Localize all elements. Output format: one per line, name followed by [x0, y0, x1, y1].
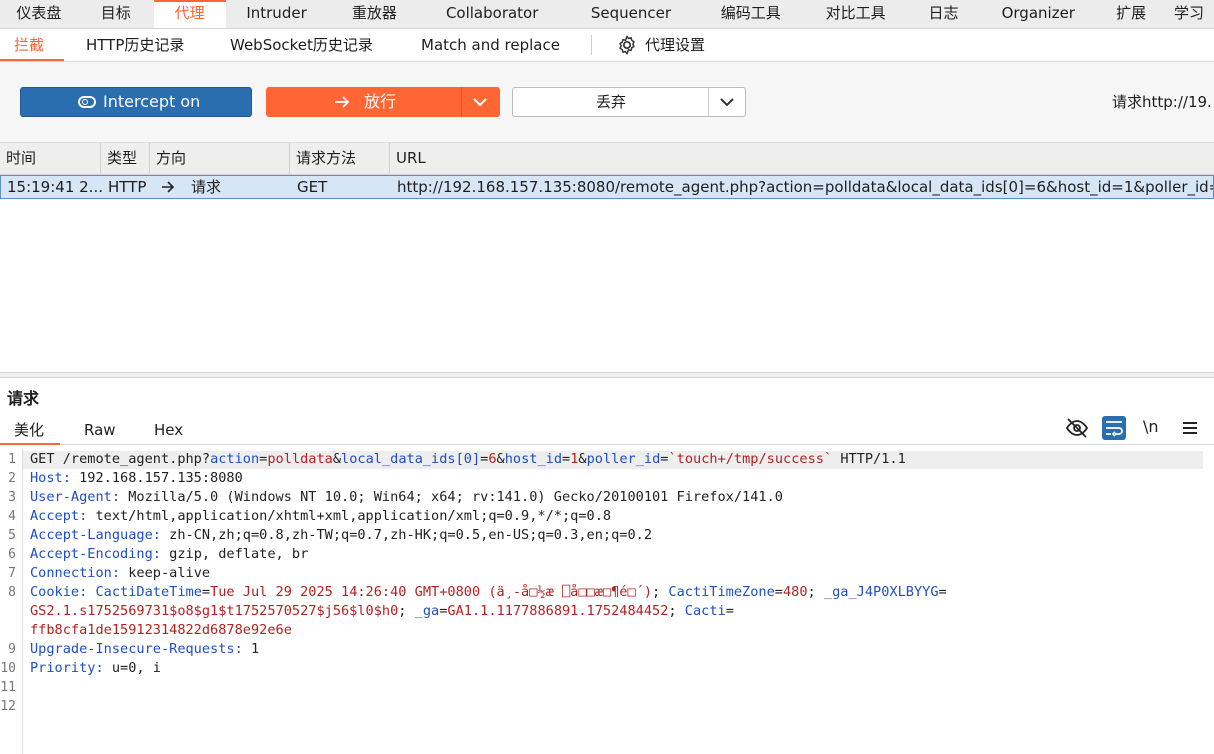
line-number: 8: [8, 585, 16, 600]
tab-repeater[interactable]: 重放器: [327, 0, 421, 28]
menu-icon[interactable]: [1178, 416, 1202, 440]
cookie-continuation-line: GS2.1.s1752569731$o8$g1$t1752570527$j56$…: [30, 603, 734, 619]
tab-hex[interactable]: Hex: [154, 416, 183, 444]
row-type: HTTP: [108, 178, 147, 196]
line-number: 9: [8, 642, 16, 657]
header-line: Host: 192.168.157.135:8080: [30, 470, 243, 486]
arrow-right-icon: [162, 181, 175, 193]
eye-off-icon[interactable]: [1065, 416, 1089, 440]
gear-icon[interactable]: [616, 34, 638, 56]
request-line: GET /remote_agent.php?action=polldata&lo…: [30, 451, 906, 467]
line-number-gutter: 1 2 3 4 5 6 7 8 9 10 11 12: [0, 448, 23, 754]
header-line: Accept-Encoding: gzip, deflate, br: [30, 546, 309, 562]
line-number: 2: [8, 471, 16, 486]
column-header-type[interactable]: 类型: [101, 143, 150, 174]
request-panel-title: 请求: [7, 389, 40, 408]
main-tab-bar: 仪表盘 目标 代理 Intruder 重放器 Collaborator Sequ…: [0, 0, 1214, 29]
tab-logger[interactable]: 日志: [909, 0, 979, 28]
header-line: Connection: keep-alive: [30, 565, 211, 581]
tab-comparer[interactable]: 对比工具: [803, 0, 909, 28]
tab-sequencer[interactable]: Sequencer: [563, 0, 699, 28]
tab-intruder[interactable]: Intruder: [226, 0, 328, 28]
intercept-toggle-button[interactable]: Intercept on: [20, 87, 252, 117]
column-header-direction[interactable]: 方向: [150, 143, 290, 174]
newline-toggle[interactable]: \n: [1143, 417, 1159, 436]
drop-button[interactable]: 丢弃: [512, 87, 746, 117]
column-header-method[interactable]: 请求方法: [290, 143, 390, 174]
line-number: 6: [8, 547, 16, 562]
tab-pretty[interactable]: 美化: [0, 416, 61, 445]
tab-learn[interactable]: 学习: [1164, 0, 1214, 28]
row-direction: 请求: [191, 178, 222, 196]
line-number: 12: [0, 699, 16, 714]
arrow-right-icon: [335, 96, 350, 108]
drop-divider: [708, 88, 709, 116]
subtab-match-replace[interactable]: Match and replace: [421, 29, 560, 61]
forward-button[interactable]: 放行: [266, 87, 500, 117]
subtab-proxy-settings[interactable]: 代理设置: [645, 29, 705, 61]
request-view-tabs: 美化 Raw Hex: [0, 416, 1214, 445]
cookie-header-line: Cookie: CactiDateTime=Tue Jul 29 2025 14…: [30, 584, 947, 600]
header-line: Priority: u=0, i: [30, 660, 161, 676]
line-number: 3: [8, 490, 16, 505]
table-row[interactable]: 15:19:41 2... HTTP 请求 GET http://192.168…: [0, 175, 1214, 199]
tab-proxy[interactable]: 代理: [153, 0, 226, 28]
tab-dashboard[interactable]: 仪表盘: [0, 0, 78, 28]
line-number: 1: [8, 452, 16, 467]
row-method: GET: [297, 178, 328, 196]
forward-divider: [461, 87, 462, 117]
column-header-time[interactable]: 时间: [0, 143, 101, 174]
subtab-separator: [591, 35, 592, 55]
subtab-http-history[interactable]: HTTP历史记录: [86, 29, 184, 61]
header-line: Accept-Language: zh-CN,zh;q=0.8,zh-TW;q=…: [30, 527, 653, 543]
chevron-down-icon[interactable]: [472, 96, 488, 108]
intercept-toolbar: Intercept on 放行 丢弃 请求http://19.: [0, 62, 1214, 143]
tab-target[interactable]: 目标: [78, 0, 154, 28]
header-line: User-Agent: Mozilla/5.0 (Windows NT 10.0…: [30, 489, 783, 505]
chevron-down-icon[interactable]: [719, 96, 735, 108]
tab-extensions[interactable]: 扩展: [1098, 0, 1164, 28]
tab-collaborator[interactable]: Collaborator: [421, 0, 563, 28]
request-editor[interactable]: 1 2 3 4 5 6 7 8 9 10 11 12 GET /remote_a…: [0, 448, 1214, 754]
line-number: 4: [8, 509, 16, 524]
intercept-label: Intercept on: [103, 92, 201, 111]
row-time: 15:19:41 2...: [7, 178, 102, 196]
intercept-table-header: 时间 类型 方向 请求方法 URL: [0, 143, 1214, 175]
line-number: 10: [0, 661, 16, 676]
line-number: 7: [8, 566, 16, 581]
toggle-icon: [78, 96, 96, 108]
request-target-label: 请求http://19.: [1112, 93, 1212, 111]
drop-label: 丢弃: [595, 93, 626, 111]
column-header-url[interactable]: URL: [390, 143, 1214, 174]
line-number: 5: [8, 528, 16, 543]
line-number: 11: [0, 680, 16, 695]
subtab-intercept[interactable]: 拦截: [0, 29, 65, 61]
cookie-continuation-line: ffb8cfa1de15912314822d6878e92e6e: [30, 622, 292, 638]
tab-decoder[interactable]: 编码工具: [699, 0, 803, 28]
pane-splitter[interactable]: [0, 372, 1214, 378]
row-url: http://192.168.157.135:8080/remote_agent…: [397, 178, 1213, 196]
subtab-websocket-history[interactable]: WebSocket历史记录: [230, 29, 373, 61]
tab-organizer[interactable]: Organizer: [978, 0, 1098, 28]
text-wrap-icon[interactable]: [1102, 416, 1126, 440]
header-line: Upgrade-Insecure-Requests: 1: [30, 641, 260, 657]
tab-raw[interactable]: Raw: [84, 416, 116, 444]
header-line: Accept: text/html,application/xhtml+xml,…: [30, 508, 612, 524]
proxy-sub-tab-bar: 拦截 HTTP历史记录 WebSocket历史记录 Match and repl…: [0, 29, 1214, 62]
forward-label: 放行: [364, 92, 397, 111]
